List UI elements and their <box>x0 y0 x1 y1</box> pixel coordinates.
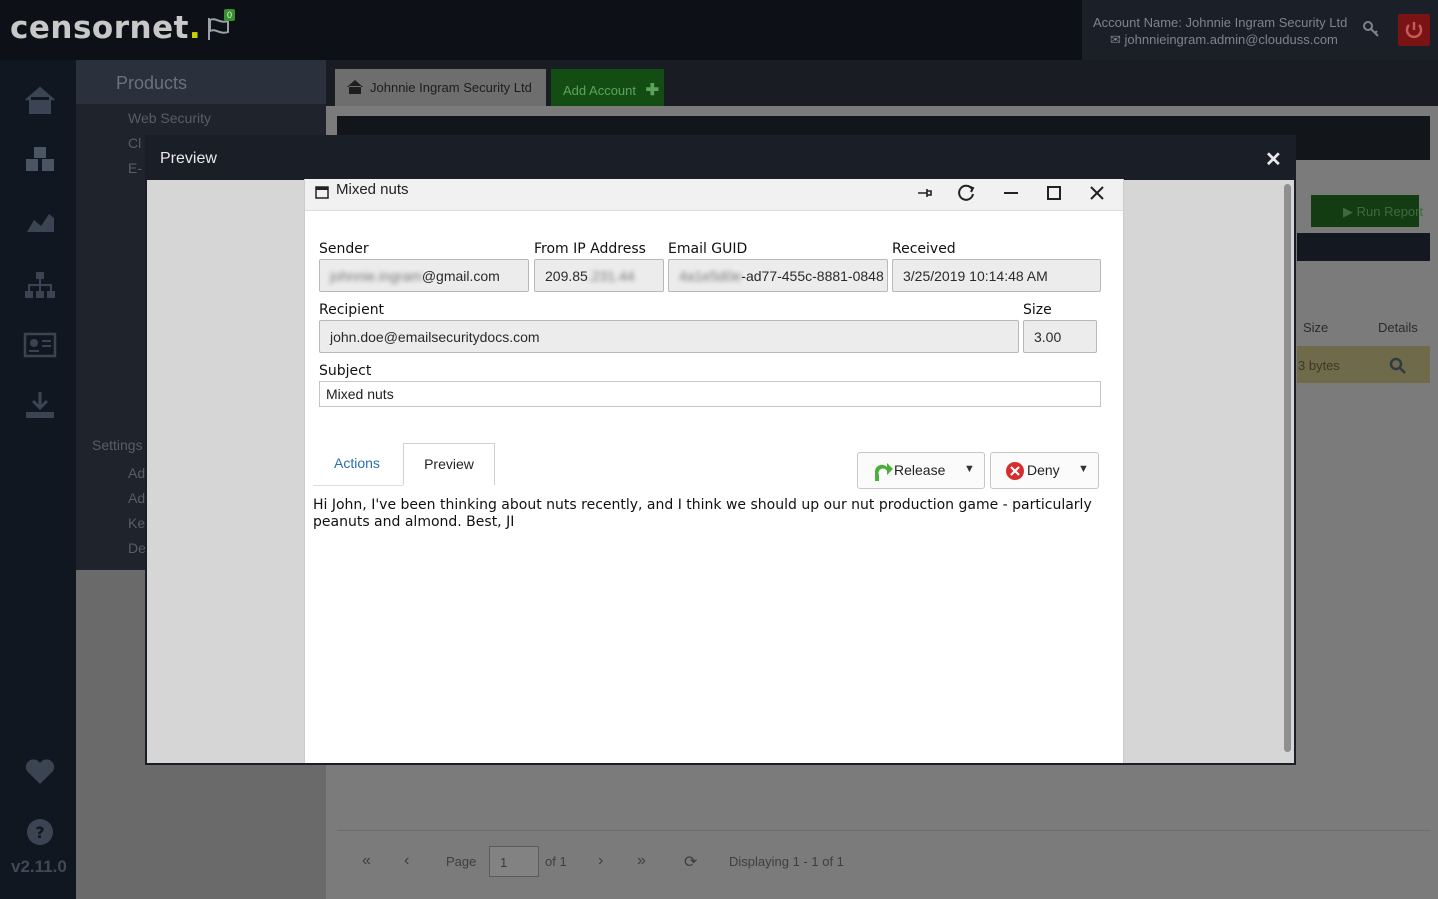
window-title: Mixed nuts <box>336 181 409 198</box>
deny-dropdown-icon[interactable]: ▼ <box>1078 463 1089 475</box>
page-number-input[interactable]: 1 <box>489 846 539 877</box>
release-label: Release <box>894 462 946 478</box>
sender-field[interactable]: johnnie.ingram@gmail.com <box>319 259 529 292</box>
release-button[interactable]: Release ▼ <box>857 452 985 489</box>
displaying-count: Displaying 1 - 1 of 1 <box>729 854 844 869</box>
download-icon[interactable] <box>22 390 58 420</box>
window-icon <box>315 186 329 199</box>
size-label: Size <box>1023 302 1052 318</box>
column-header-size[interactable]: Size <box>1303 320 1328 335</box>
modal-scrollbar[interactable] <box>1284 184 1291 752</box>
menu-item-admin[interactable]: Ad <box>128 465 145 481</box>
deny-icon <box>1006 462 1024 480</box>
row-size-value: 3 bytes <box>1298 358 1340 373</box>
key-icon[interactable] <box>1362 20 1380 38</box>
menu-item-web-security[interactable]: Web Security <box>128 110 211 126</box>
heart-icon[interactable] <box>22 757 58 787</box>
email-body: Hi John, I've been thinking about nuts r… <box>313 497 1092 530</box>
products-icon[interactable] <box>22 145 58 175</box>
last-page-icon[interactable]: » <box>637 852 646 870</box>
received-label: Received <box>892 241 956 257</box>
received-field[interactable]: 3/25/2019 10:14:48 AM <box>892 259 1101 292</box>
maximize-icon[interactable] <box>1044 183 1064 203</box>
menu-item-cloud[interactable]: Cl <box>128 135 141 151</box>
email-preview-window: Mixed nuts Sender johnnie.ingram@gmail.c… <box>304 179 1124 763</box>
modal-header: Preview ✕ <box>147 137 1294 180</box>
menu-item-keys[interactable]: Ke <box>128 515 145 531</box>
page-label: Page <box>446 854 477 869</box>
tab-home-label: Johnnie Ingram Security Ltd <box>370 80 532 95</box>
deny-button[interactable]: Deny ▼ <box>990 452 1099 489</box>
tab-divider <box>313 485 403 486</box>
refresh-icon[interactable]: ⟳ <box>684 852 697 872</box>
account-info <box>1082 0 1438 60</box>
release-arrow-icon <box>874 463 893 481</box>
release-dropdown-icon[interactable]: ▼ <box>964 463 975 475</box>
sender-label: Sender <box>319 241 369 257</box>
power-icon <box>1405 22 1423 39</box>
pin-icon[interactable] <box>915 183 935 203</box>
modal-title: Preview <box>160 150 217 167</box>
logout-button[interactable] <box>1398 14 1430 46</box>
grid-toolbar <box>1297 233 1430 261</box>
add-account-label: Add Account ✚ <box>563 82 660 99</box>
menu-item-admin-2[interactable]: Ad <box>128 490 145 506</box>
sitemap-icon[interactable] <box>22 270 58 300</box>
menu-item-devices[interactable]: De <box>128 540 146 556</box>
next-page-icon[interactable]: › <box>598 852 603 870</box>
home-tab-icon <box>347 80 363 94</box>
recipient-label: Recipient <box>319 302 385 318</box>
first-page-icon[interactable]: « <box>362 852 371 870</box>
censornet-logo: censornet. <box>10 10 202 46</box>
column-header-details[interactable]: Details <box>1378 320 1418 335</box>
window-titlebar: Mixed nuts <box>305 179 1123 211</box>
email-guid-field[interactable]: 4a1e5d0e-ad77-455c-8881-0848 <box>668 259 888 292</box>
menu-item-email[interactable]: E- <box>128 160 142 176</box>
products-menu-header[interactable]: Products <box>76 60 326 104</box>
prev-page-icon[interactable]: ‹ <box>404 852 409 870</box>
help-icon[interactable]: ? <box>22 817 58 847</box>
subject-label: Subject <box>319 363 372 379</box>
run-report-label: ▶ Run Report <box>1343 204 1424 219</box>
svg-text:?: ? <box>35 823 44 842</box>
recipient-field[interactable]: john.doe@emailsecuritydocs.com <box>319 320 1019 353</box>
page-of-label: of 1 <box>545 854 567 869</box>
ip-address-field[interactable]: 209.85.231.44 <box>534 259 664 292</box>
account-email: ✉ johnnieingram.admin@clouduss.com <box>1110 32 1338 47</box>
search-icon[interactable] <box>1389 357 1407 375</box>
subject-field[interactable]: Mixed nuts <box>319 381 1101 407</box>
ip-address-label: From IP Address <box>534 241 646 257</box>
id-card-icon[interactable] <box>22 330 58 360</box>
deny-label: Deny <box>1027 462 1060 478</box>
icon-rail: ? <box>0 60 76 899</box>
version-label: v2.11.0 <box>11 857 67 876</box>
modal-close-icon[interactable]: ✕ <box>1265 147 1282 172</box>
window-close-icon[interactable] <box>1087 183 1107 203</box>
refresh-window-icon[interactable] <box>957 183 977 203</box>
notification-badge: 0 <box>224 9 236 21</box>
menu-settings-label: Settings <box>92 437 143 453</box>
account-name: Account Name: Johnnie Ingram Security Lt… <box>1093 15 1348 30</box>
top-bar: censornet. 0 Account Name: Johnnie Ingra… <box>0 0 1438 60</box>
minimize-icon[interactable] <box>1001 183 1021 203</box>
reports-chart-icon[interactable] <box>22 208 58 238</box>
size-field[interactable]: 3.00 <box>1023 320 1097 353</box>
email-guid-label: Email GUID <box>668 241 748 257</box>
tab-actions[interactable]: Actions <box>334 455 380 471</box>
home-icon[interactable] <box>22 85 58 115</box>
tab-preview[interactable]: Preview <box>403 443 495 485</box>
